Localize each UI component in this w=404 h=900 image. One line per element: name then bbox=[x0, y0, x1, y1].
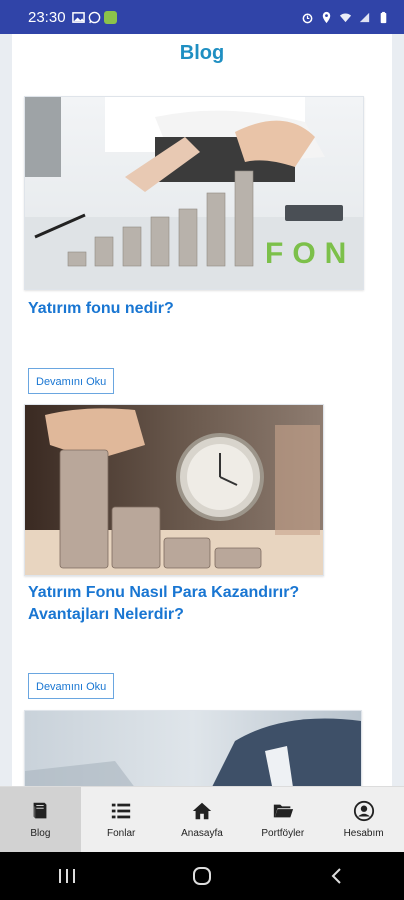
nav-item-blog[interactable]: Blog bbox=[0, 787, 81, 852]
nav-item-fonlar[interactable]: Fonlar bbox=[81, 787, 162, 852]
book-icon bbox=[33, 802, 47, 819]
wifi-icon bbox=[339, 13, 352, 22]
folder-icon bbox=[273, 804, 293, 818]
bottom-navigation: Blog Fonlar Anasayfa Portföyler Hesabım bbox=[0, 786, 404, 852]
status-time: 23:30 bbox=[28, 8, 66, 26]
nav-label-blog: Blog bbox=[30, 828, 51, 839]
recent-apps-button[interactable] bbox=[47, 861, 87, 891]
account-icon bbox=[353, 800, 374, 822]
business-person-illustration bbox=[25, 711, 361, 786]
list-icon bbox=[112, 803, 131, 819]
nav-label-portfoyler: Portföyler bbox=[261, 828, 305, 839]
post-1-read-more-button[interactable]: Devamını Oku bbox=[28, 368, 115, 394]
alarm-icon bbox=[302, 13, 313, 23]
post-2-image[interactable] bbox=[24, 404, 324, 576]
battery-icon bbox=[380, 11, 387, 23]
nav-label-hesabim: Hesabım bbox=[343, 828, 384, 839]
whatsapp-icon bbox=[88, 11, 100, 23]
signal-icon bbox=[359, 12, 370, 22]
page-title: Blog bbox=[179, 42, 225, 64]
svg-text:FON: FON bbox=[265, 237, 355, 270]
home-circle-icon bbox=[192, 867, 211, 885]
coins-fon-illustration: FON bbox=[25, 97, 363, 289]
recent-apps-icon bbox=[59, 869, 76, 883]
post-1-image[interactable]: FON bbox=[24, 96, 364, 290]
app-icon bbox=[103, 10, 117, 24]
home-icon bbox=[192, 802, 212, 820]
location-icon bbox=[322, 11, 331, 23]
back-icon bbox=[331, 868, 341, 884]
status-bar: 23:30 bbox=[0, 0, 404, 34]
blog-content: Blog FON Yatırım fonu nedir? Devamını Ok… bbox=[12, 34, 392, 786]
post-1-title[interactable]: Yatırım fonu nedir? bbox=[28, 298, 368, 320]
post-2-title[interactable]: Yatırım Fonu Nasıl Para Kazandırır? Avan… bbox=[28, 582, 328, 626]
system-navigation-bar bbox=[0, 852, 404, 900]
nav-label-fonlar: Fonlar bbox=[107, 828, 136, 839]
fon-text: FON bbox=[265, 237, 355, 270]
nav-item-anasayfa[interactable]: Anasayfa bbox=[162, 787, 243, 852]
nav-item-hesabim[interactable]: Hesabım bbox=[323, 787, 404, 852]
coins-clock-illustration bbox=[25, 405, 323, 575]
home-button[interactable] bbox=[182, 861, 222, 891]
post-3-image[interactable] bbox=[24, 710, 362, 786]
gallery-icon bbox=[71, 11, 85, 23]
post-2-read-more-button[interactable]: Devamını Oku bbox=[28, 673, 115, 699]
nav-label-anasayfa: Anasayfa bbox=[181, 828, 223, 839]
back-button[interactable] bbox=[317, 861, 357, 891]
nav-item-portfoyler[interactable]: Portföyler bbox=[242, 787, 323, 852]
